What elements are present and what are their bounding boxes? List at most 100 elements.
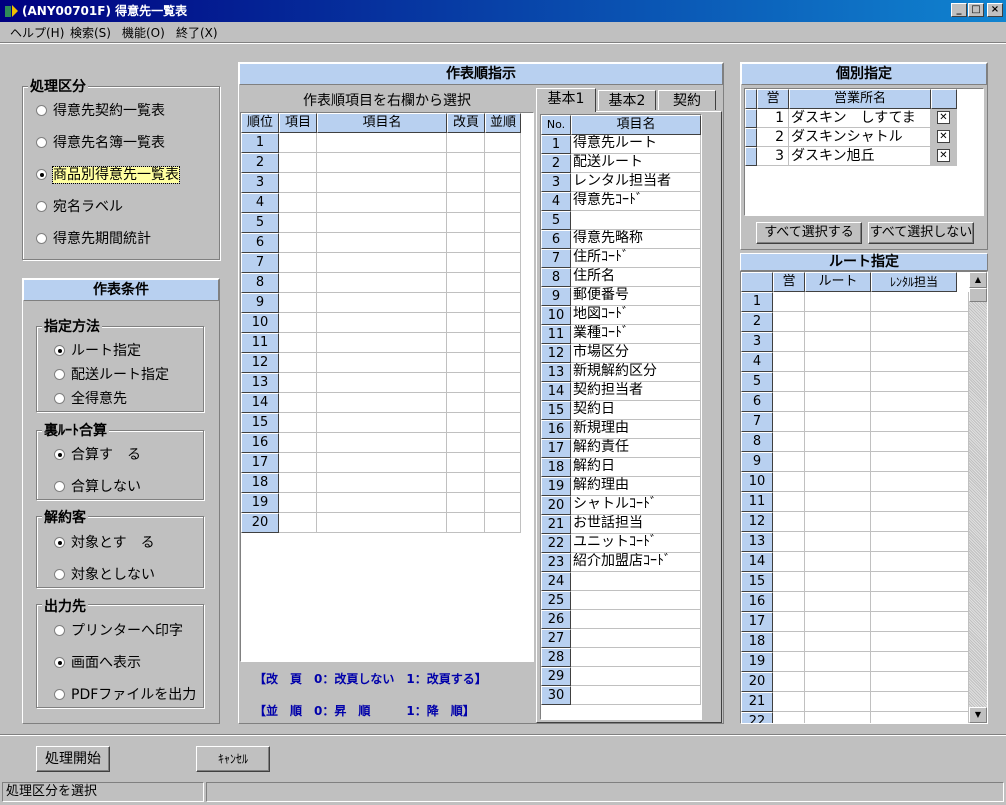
- checkbox-checked-icon[interactable]: ✕: [937, 111, 950, 124]
- order-cell-pagebreak[interactable]: [447, 293, 485, 313]
- route-cell-office[interactable]: [773, 352, 805, 372]
- route-cell-office[interactable]: [773, 552, 805, 572]
- items-row-name[interactable]: 得意先略称: [571, 230, 701, 249]
- items-row-name[interactable]: 住所ｺｰﾄﾞ: [571, 249, 701, 268]
- route-cell-office[interactable]: [773, 612, 805, 632]
- order-cell-pagebreak[interactable]: [447, 253, 485, 273]
- items-row-name[interactable]: [571, 686, 701, 705]
- items-row-name[interactable]: 配送ルート: [571, 154, 701, 173]
- route-cell-rental[interactable]: [871, 472, 969, 492]
- route-cell-route[interactable]: [805, 452, 871, 472]
- kobetsu-row-selector[interactable]: [745, 128, 757, 147]
- route-cell-office[interactable]: [773, 492, 805, 512]
- route-cell-route[interactable]: [805, 592, 871, 612]
- order-cell-sort[interactable]: [485, 333, 521, 353]
- route-cell-rental[interactable]: [871, 652, 969, 672]
- route-cell-route[interactable]: [805, 692, 871, 712]
- order-cell-pagebreak[interactable]: [447, 353, 485, 373]
- order-cell-item[interactable]: [279, 253, 317, 273]
- order-cell-pagebreak[interactable]: [447, 193, 485, 213]
- route-cell-office[interactable]: [773, 292, 805, 312]
- route-cell-office[interactable]: [773, 572, 805, 592]
- route-cell-office[interactable]: [773, 652, 805, 672]
- order-cell-pagebreak[interactable]: [447, 433, 485, 453]
- menu-exit[interactable]: 終了(X): [176, 24, 218, 41]
- items-row-name[interactable]: 新規理由: [571, 420, 701, 439]
- menu-search[interactable]: 検索(S): [70, 24, 111, 41]
- route-cell-rental[interactable]: [871, 432, 969, 452]
- route-cell-rental[interactable]: [871, 572, 969, 592]
- order-cell-item[interactable]: [279, 293, 317, 313]
- order-cell-sort[interactable]: [485, 293, 521, 313]
- items-row-name[interactable]: 業種ｺｰﾄﾞ: [571, 325, 701, 344]
- order-cell-sort[interactable]: [485, 493, 521, 513]
- items-row-name[interactable]: 市場区分: [571, 344, 701, 363]
- order-cell-item[interactable]: [279, 273, 317, 293]
- tab-basic2[interactable]: 基本2: [598, 90, 656, 110]
- items-row-name[interactable]: 契約担当者: [571, 382, 701, 401]
- order-cell-item[interactable]: [279, 153, 317, 173]
- route-cell-office[interactable]: [773, 472, 805, 492]
- order-cell-pagebreak[interactable]: [447, 333, 485, 353]
- order-cell-sort[interactable]: [485, 213, 521, 233]
- order-cell-item[interactable]: [279, 173, 317, 193]
- method-option-route[interactable]: ルート指定: [54, 340, 141, 360]
- order-cell-pagebreak[interactable]: [447, 173, 485, 193]
- order-cell-pagebreak[interactable]: [447, 273, 485, 293]
- route-cell-rental[interactable]: [871, 492, 969, 512]
- items-row-name[interactable]: 紹介加盟店ｺｰﾄﾞ: [571, 553, 701, 572]
- route-cell-rental[interactable]: [871, 672, 969, 692]
- tab-basic1[interactable]: 基本1: [536, 88, 596, 112]
- select-none-button[interactable]: すべて選択しない: [868, 222, 974, 244]
- route-cell-route[interactable]: [805, 432, 871, 452]
- order-cell-item[interactable]: [279, 233, 317, 253]
- route-cell-office[interactable]: [773, 452, 805, 472]
- items-row-name[interactable]: お世話担当: [571, 515, 701, 534]
- output-option-pdf[interactable]: PDFファイルを出力: [54, 684, 196, 704]
- order-cell-item[interactable]: [279, 493, 317, 513]
- ura-option-off[interactable]: 合算しない: [54, 476, 141, 496]
- menu-help[interactable]: ヘルプ(H): [10, 24, 64, 41]
- items-row-name[interactable]: [571, 648, 701, 667]
- route-cell-rental[interactable]: [871, 352, 969, 372]
- items-row-name[interactable]: 解約理由: [571, 477, 701, 496]
- maximize-button[interactable]: □: [968, 3, 984, 17]
- order-cell-item[interactable]: [279, 433, 317, 453]
- order-cell-pagebreak[interactable]: [447, 373, 485, 393]
- order-cell-pagebreak[interactable]: [447, 493, 485, 513]
- route-cell-route[interactable]: [805, 672, 871, 692]
- order-cell-item[interactable]: [279, 353, 317, 373]
- items-row-name[interactable]: 住所名: [571, 268, 701, 287]
- route-cell-route[interactable]: [805, 372, 871, 392]
- route-cell-route[interactable]: [805, 312, 871, 332]
- minimize-button[interactable]: _: [951, 3, 967, 17]
- order-cell-sort[interactable]: [485, 353, 521, 373]
- scroll-down-icon[interactable]: ▼: [969, 707, 987, 723]
- route-cell-route[interactable]: [805, 392, 871, 412]
- order-cell-item[interactable]: [279, 133, 317, 153]
- menu-function[interactable]: 機能(O): [122, 24, 165, 41]
- route-cell-rental[interactable]: [871, 632, 969, 652]
- start-button[interactable]: 処理開始: [36, 746, 110, 772]
- order-cell-sort[interactable]: [485, 373, 521, 393]
- route-cell-route[interactable]: [805, 652, 871, 672]
- shori-option-2[interactable]: 得意先名簿一覧表: [36, 132, 165, 152]
- route-cell-rental[interactable]: [871, 692, 969, 712]
- order-cell-item[interactable]: [279, 373, 317, 393]
- items-row-name[interactable]: 解約責任: [571, 439, 701, 458]
- output-option-screen[interactable]: 画面へ表示: [54, 652, 141, 672]
- items-row-name[interactable]: 新規解約区分: [571, 363, 701, 382]
- order-cell-pagebreak[interactable]: [447, 393, 485, 413]
- shori-option-4[interactable]: 宛名ラベル: [36, 196, 123, 216]
- items-row-name[interactable]: [571, 629, 701, 648]
- shori-option-3[interactable]: 商品別得意先一覧表: [36, 164, 180, 184]
- select-all-button[interactable]: すべて選択する: [756, 222, 862, 244]
- route-cell-rental[interactable]: [871, 372, 969, 392]
- ura-option-on[interactable]: 合算す る: [54, 444, 141, 464]
- order-cell-sort[interactable]: [485, 153, 521, 173]
- route-cell-route[interactable]: [805, 552, 871, 572]
- cancel-button[interactable]: ｷｬﾝｾﾙ: [196, 746, 270, 772]
- order-cell-sort[interactable]: [485, 513, 521, 533]
- route-cell-route[interactable]: [805, 712, 871, 723]
- scroll-up-icon[interactable]: ▲: [969, 272, 987, 288]
